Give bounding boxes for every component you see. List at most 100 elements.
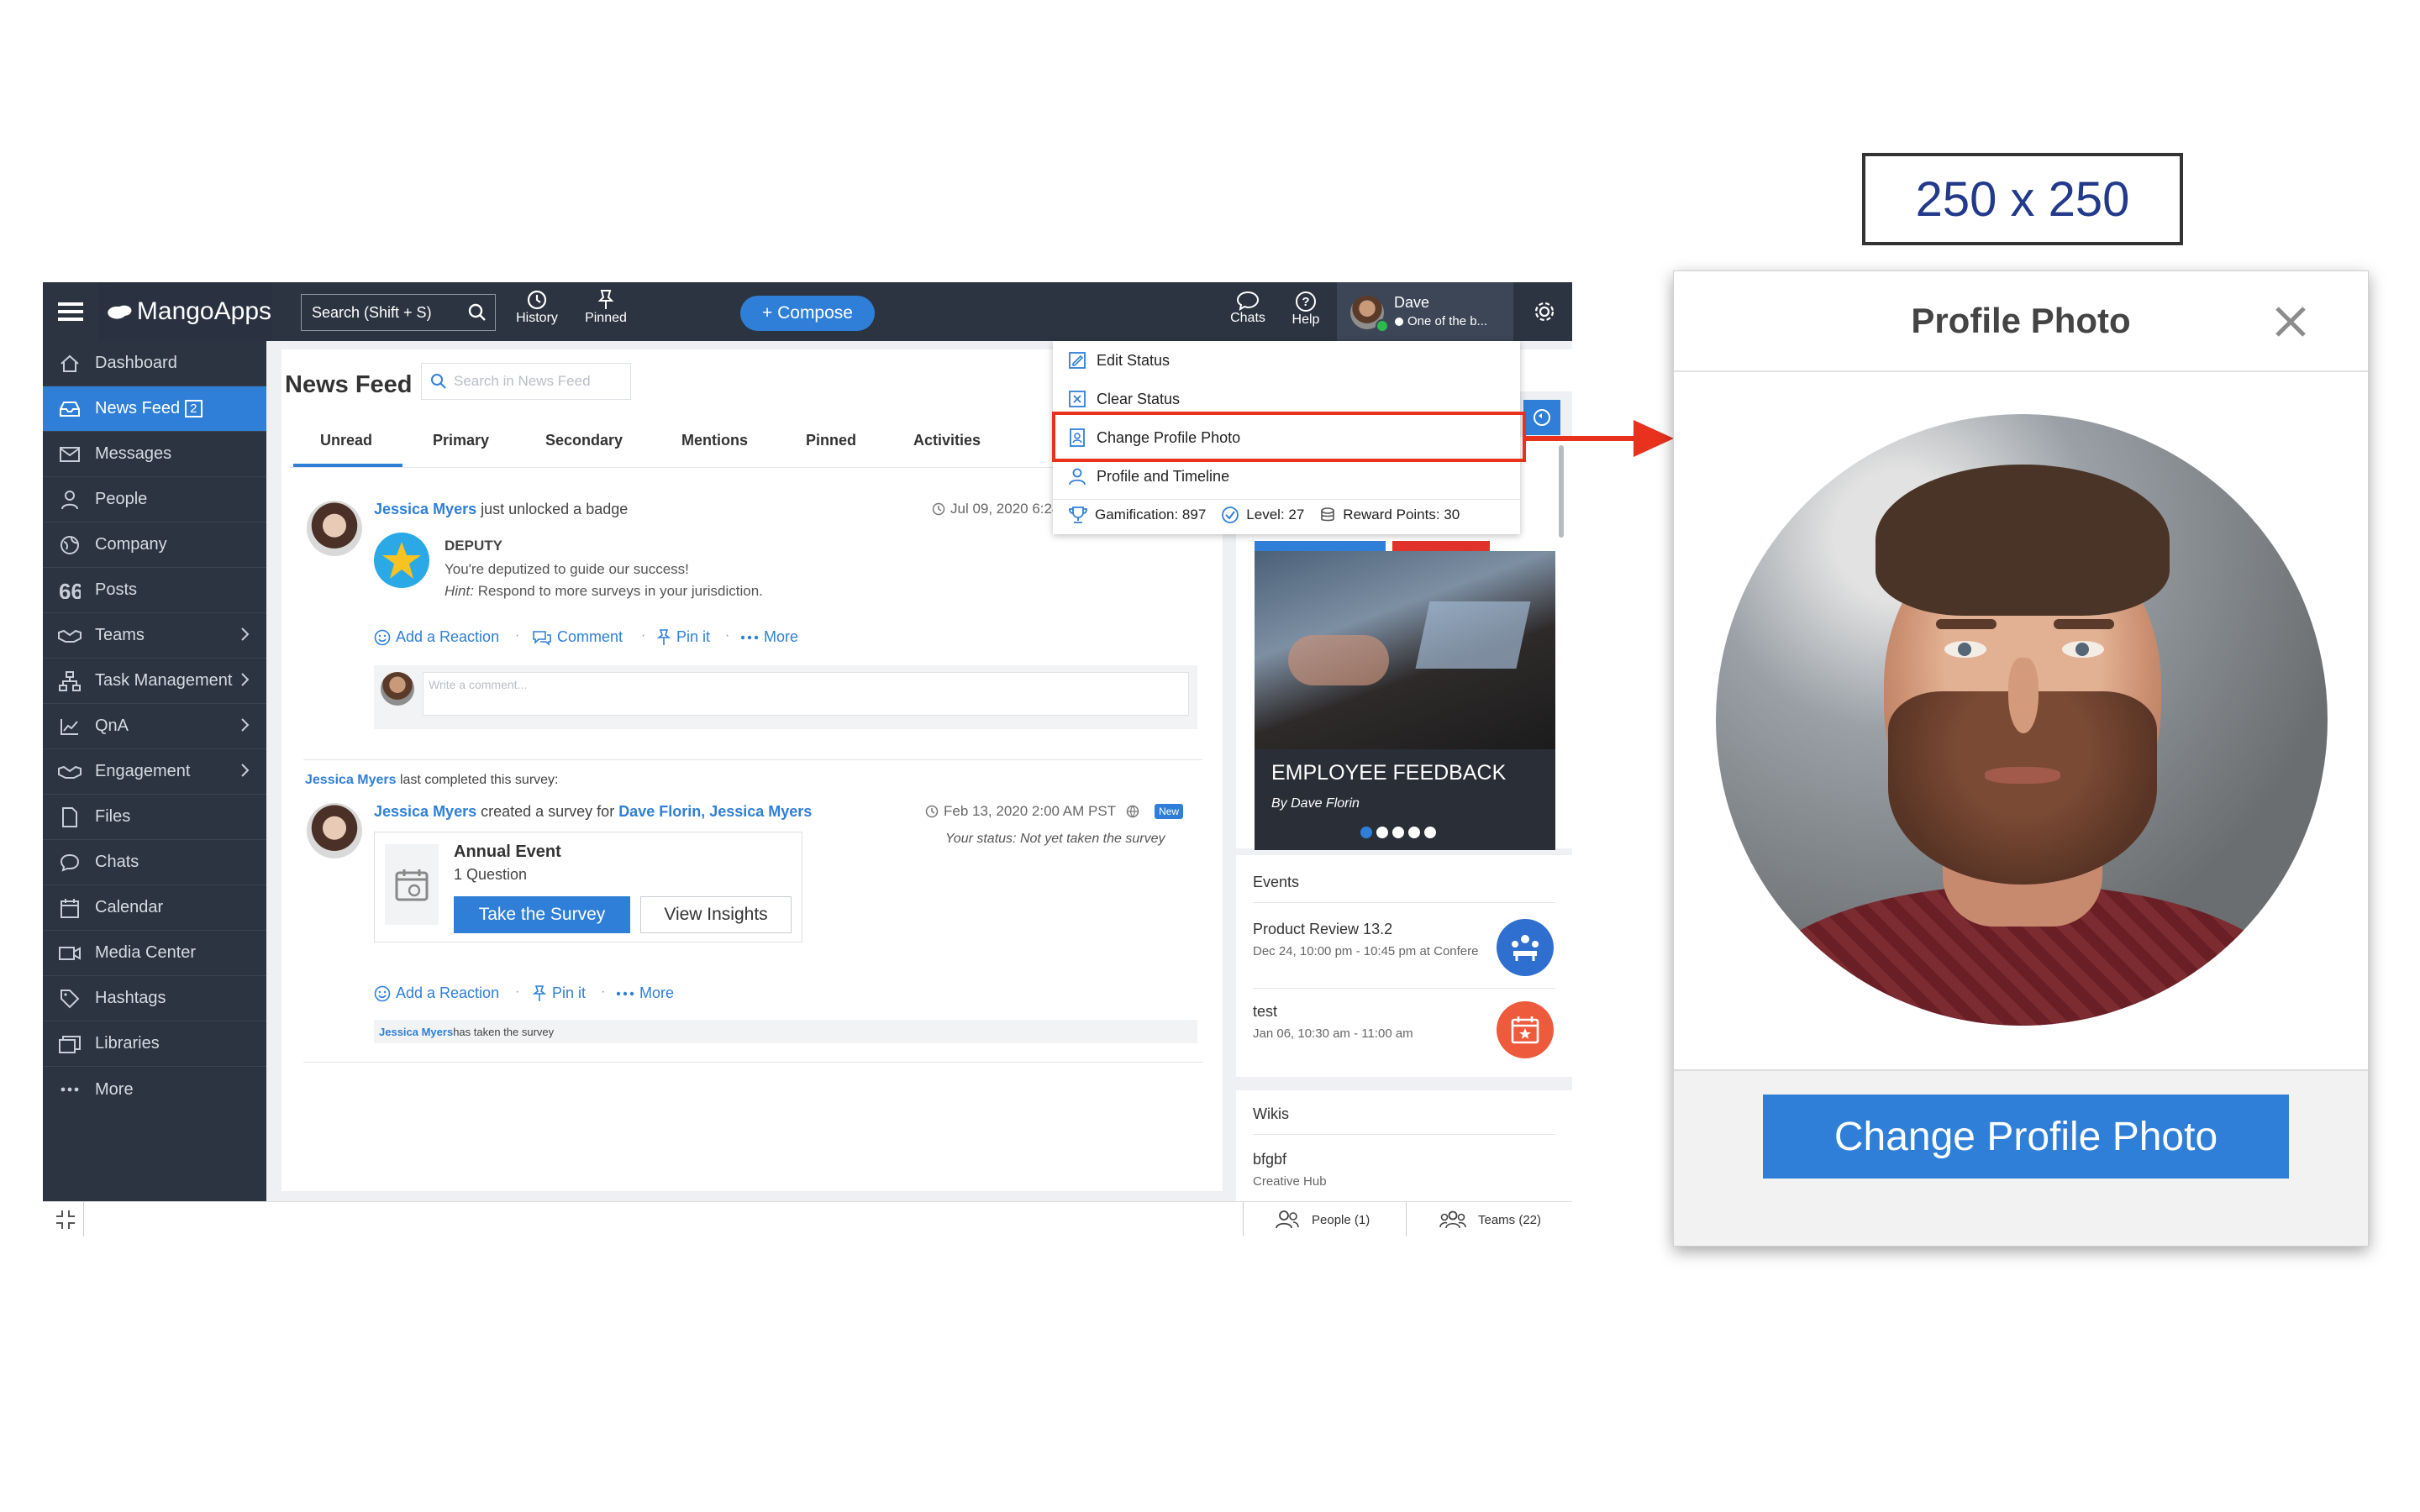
activity-text: has taken the survey bbox=[453, 1025, 555, 1038]
sidebar-item-engagement[interactable]: Engagement bbox=[43, 749, 266, 795]
profile-photo-preview bbox=[1716, 414, 2328, 1026]
take-survey-button[interactable]: Take the Survey bbox=[454, 896, 630, 933]
sidebar-item-teams[interactable]: Teams bbox=[43, 613, 266, 659]
banner-image[interactable] bbox=[1255, 551, 1555, 749]
online-status-dot bbox=[1376, 319, 1389, 333]
post-author-avatar[interactable] bbox=[307, 803, 362, 858]
feed-search-input[interactable]: Search in News Feed bbox=[421, 363, 631, 400]
post-author-link[interactable]: Jessica Myers bbox=[374, 803, 476, 820]
level-check-icon bbox=[1222, 507, 1239, 523]
chats-label: Chats bbox=[1230, 311, 1265, 325]
tab-mentions[interactable]: Mentions bbox=[681, 432, 748, 449]
sidebar-item-people[interactable]: People bbox=[43, 477, 266, 522]
separator-dot: · bbox=[641, 628, 646, 643]
compose-button[interactable]: + Compose bbox=[740, 296, 875, 331]
comment-link[interactable]: Comment bbox=[532, 628, 623, 646]
sidebar-item-company[interactable]: Company bbox=[43, 522, 266, 568]
user-status-line: One of the b... bbox=[1394, 314, 1487, 328]
tab-secondary[interactable]: Secondary bbox=[545, 432, 623, 449]
context-author-link[interactable]: Jessica Myers bbox=[305, 773, 397, 787]
wiki-name[interactable]: bfgbf bbox=[1253, 1151, 1286, 1168]
sidebar-item-news-feed[interactable]: News Feed 2 bbox=[43, 386, 266, 432]
pin-it-link[interactable]: Pin it bbox=[532, 984, 586, 1002]
chevron-right-icon[interactable] bbox=[239, 670, 251, 689]
settings-button[interactable] bbox=[1517, 282, 1572, 341]
carousel-dots[interactable] bbox=[1360, 827, 1436, 838]
profile-timeline-item[interactable]: Profile and Timeline bbox=[1068, 467, 1229, 486]
post-author-link[interactable]: Jessica Myers bbox=[374, 501, 476, 517]
brand-logo[interactable]: MangoApps bbox=[98, 282, 271, 341]
sidebar-item-libraries[interactable]: Libraries bbox=[43, 1021, 266, 1067]
pin-it-label: Pin it bbox=[676, 628, 711, 645]
clear-status-item[interactable]: Clear Status bbox=[1068, 390, 1180, 408]
sidebar-item-chats[interactable]: Chats bbox=[43, 840, 266, 885]
pin-it-link[interactable]: Pin it bbox=[656, 628, 710, 646]
video-icon bbox=[58, 942, 82, 965]
sidebar-item-dashboard[interactable]: Dashboard bbox=[43, 341, 266, 386]
post-date: Jul 09, 2020 6:24 bbox=[932, 501, 1060, 517]
event-item[interactable]: test Jan 06, 10:30 am - 11:00 am bbox=[1253, 991, 1555, 1067]
people-tab[interactable]: People (1) bbox=[1275, 1210, 1370, 1229]
post-action-text: just unlocked a badge bbox=[476, 501, 629, 517]
chevron-right-icon[interactable] bbox=[239, 625, 251, 643]
sidebar-item-label: Chats bbox=[95, 853, 139, 871]
add-reaction-link[interactable]: Add a Reaction bbox=[374, 984, 499, 1002]
pin-icon bbox=[532, 984, 547, 1001]
carousel-dot[interactable] bbox=[1408, 827, 1420, 838]
sidebar-item-label: More bbox=[95, 1079, 134, 1099]
sidebar-item-files[interactable]: Files bbox=[43, 795, 266, 840]
survey-targets-link[interactable]: Dave Florin, Jessica Myers bbox=[618, 803, 812, 820]
sidebar-item-label: Media Center bbox=[95, 943, 197, 962]
person-icon bbox=[1069, 468, 1086, 486]
smiley-icon bbox=[374, 629, 391, 645]
global-search-input[interactable]: Search (Shift + S) bbox=[301, 294, 496, 331]
edit-status-item[interactable]: Edit Status bbox=[1068, 351, 1170, 370]
user-menu-button[interactable]: Dave One of the b... bbox=[1337, 282, 1513, 341]
chats-button[interactable]: Chats bbox=[1225, 291, 1270, 338]
sidebar-item-task-management[interactable]: Task Management bbox=[43, 659, 266, 704]
pinned-button[interactable]: Pinned bbox=[581, 289, 631, 336]
sidebar-item-messages[interactable]: Messages bbox=[43, 432, 266, 477]
sidebar-item-qna[interactable]: QnA bbox=[43, 704, 266, 749]
help-button[interactable]: ? Help bbox=[1286, 291, 1325, 338]
tab-activities[interactable]: Activities bbox=[913, 432, 981, 449]
chevron-right-icon[interactable] bbox=[239, 716, 251, 734]
banner-title: EMPLOYEE FEEDBACK bbox=[1271, 761, 1507, 785]
event-item[interactable]: Product Review 13.2 Dec 24, 10:00 pm - 1… bbox=[1253, 909, 1555, 984]
close-icon[interactable] bbox=[2274, 305, 2307, 339]
sidebar-item-media-center[interactable]: Media Center bbox=[43, 931, 266, 976]
comment-input[interactable]: Write a comment... bbox=[423, 672, 1189, 716]
event-divider bbox=[1253, 988, 1555, 989]
carousel-dot[interactable] bbox=[1392, 827, 1404, 838]
chevron-right-icon[interactable] bbox=[239, 761, 251, 780]
svg-text:?: ? bbox=[1302, 295, 1309, 309]
tab-primary[interactable]: Primary bbox=[433, 432, 489, 449]
quote-icon: 66 bbox=[58, 579, 82, 602]
add-reaction-link[interactable]: Add a Reaction bbox=[374, 628, 499, 646]
tab-pinned[interactable]: Pinned bbox=[806, 432, 856, 449]
carousel-dot[interactable] bbox=[1376, 827, 1388, 838]
calendar-icon bbox=[58, 896, 82, 920]
history-button[interactable]: History bbox=[512, 289, 562, 336]
hamburger-menu-icon[interactable] bbox=[58, 301, 83, 323]
banner-tag-red bbox=[1392, 541, 1490, 551]
help-icon: ? bbox=[1296, 291, 1316, 312]
activity-author-link[interactable]: Jessica Myers bbox=[379, 1026, 453, 1038]
post-author-avatar[interactable] bbox=[307, 501, 362, 556]
view-insights-button[interactable]: View Insights bbox=[640, 896, 792, 933]
carousel-dot-active[interactable] bbox=[1360, 827, 1372, 838]
teams-tab[interactable]: Teams (22) bbox=[1439, 1210, 1541, 1229]
sidebar-item-posts[interactable]: 66 Posts bbox=[43, 568, 266, 613]
tab-unread[interactable]: Unread bbox=[320, 432, 372, 449]
change-profile-photo-button[interactable]: Change Profile Photo bbox=[1763, 1095, 2289, 1179]
survey-status: Your status: Not yet taken the survey bbox=[945, 832, 1165, 846]
collapse-icon[interactable] bbox=[55, 1209, 76, 1231]
sidebar-item-hashtags[interactable]: Hashtags bbox=[43, 976, 266, 1021]
sidebar-item-calendar[interactable]: Calendar bbox=[43, 885, 266, 931]
person-icon bbox=[58, 488, 82, 512]
more-link[interactable]: More bbox=[740, 628, 798, 646]
more-link[interactable]: More bbox=[616, 984, 674, 1002]
page-title: News Feed bbox=[285, 371, 413, 398]
carousel-dot[interactable] bbox=[1424, 827, 1436, 838]
sidebar-item-more[interactable]: More bbox=[43, 1067, 266, 1112]
